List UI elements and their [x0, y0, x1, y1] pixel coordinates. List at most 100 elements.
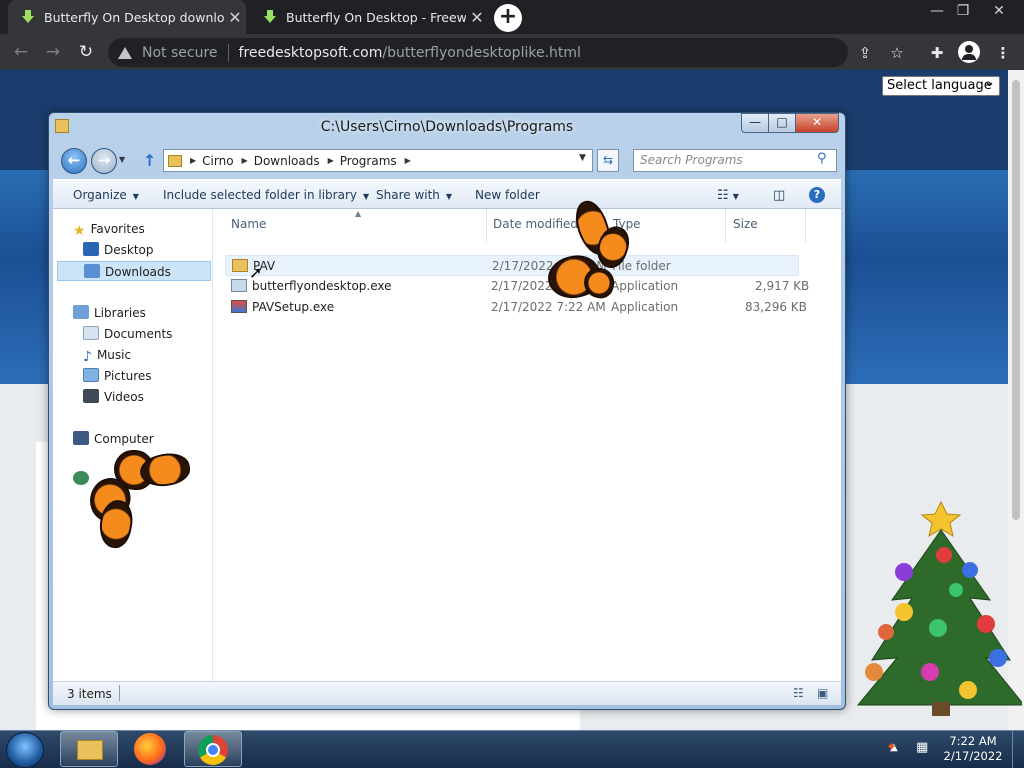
file-row-pavsetup[interactable]: PAVSetup.exe 2/17/2022 7:22 AM Applicati… — [225, 297, 807, 318]
include-in-library-button[interactable]: Include selected folder in library ▼ — [163, 188, 369, 202]
url-path: /butterflyondesktoplike.html — [382, 44, 581, 61]
explorer-close-button[interactable]: ✕ — [795, 113, 839, 133]
nav-desktop[interactable]: Desktop — [83, 240, 154, 260]
star-icon[interactable]: ☆ — [886, 42, 908, 64]
file-row-butterflyondesktop[interactable]: butterflyondesktop.exe 2/17/2022 7:22 AM… — [225, 276, 809, 297]
videos-icon — [83, 389, 99, 403]
chevron-right-icon: ▶ — [241, 156, 248, 165]
nav-label: Music — [96, 348, 132, 362]
refresh-icon[interactable]: ⇆ — [597, 149, 619, 172]
clock-date: 2/17/2022 — [943, 749, 1003, 763]
menu-icon[interactable]: ⋮ — [992, 42, 1014, 64]
taskbar-chrome[interactable] — [184, 731, 242, 767]
large-icons-view-icon[interactable]: ▣ — [817, 686, 828, 700]
tab-butterfly-download[interactable]: Butterfly On Desktop download p ✕ — [8, 0, 246, 34]
recent-pages-dropdown-icon[interactable]: ▼ — [119, 155, 125, 164]
file-row-pav[interactable]: PAV 2/17/2022 7:16 AM File folder — [225, 255, 799, 276]
nav-videos[interactable]: Videos — [83, 387, 144, 407]
nav-music[interactable]: ♪ Music — [83, 345, 131, 365]
file-name-cell: PAVSetup.exe — [231, 297, 334, 318]
column-divider[interactable] — [486, 209, 487, 243]
explorer-address-bar[interactable]: ▶ Cirno ▶ Downloads ▶ Programs ▶ — [163, 149, 593, 172]
nav-label: Documents — [104, 327, 173, 341]
url-domain: freedesktopsoft.com — [238, 44, 383, 61]
download-favicon-icon — [22, 10, 34, 24]
column-header-name[interactable]: Name — [231, 217, 266, 231]
firefox-icon[interactable] — [134, 733, 166, 765]
close-tab-icon[interactable]: ✕ — [466, 8, 488, 27]
clock-time: 7:22 AM — [949, 734, 997, 748]
change-view-icon[interactable]: ☷ ▼ — [717, 188, 739, 203]
scrollbar-thumb[interactable] — [1012, 80, 1020, 520]
explorer-back-button[interactable]: ← — [61, 148, 87, 174]
up-arrow-icon[interactable]: ↑ — [143, 151, 156, 170]
help-icon[interactable]: ? — [809, 187, 825, 203]
show-desktop-button[interactable] — [1012, 731, 1024, 768]
share-label: Share with — [376, 188, 440, 202]
column-divider[interactable] — [805, 209, 806, 243]
search-icon[interactable]: ⚲ — [817, 151, 827, 166]
nav-downloads[interactable]: Downloads — [57, 261, 211, 281]
folder-icon — [232, 259, 248, 272]
column-header-size[interactable]: Size — [733, 217, 758, 231]
address-bar[interactable]: Not secure freedesktopsoft.com /butterfl… — [108, 38, 848, 67]
file-name: PAVSetup.exe — [252, 300, 335, 314]
status-bar: 3 items ☷ ▣ — [53, 681, 841, 705]
dropdown-arrow-icon: ▼ — [445, 192, 453, 201]
address-dropdown-icon[interactable]: ▼ — [579, 153, 586, 163]
start-button[interactable] — [6, 732, 44, 768]
profile-icon[interactable] — [958, 41, 980, 63]
nav-label: Downloads — [105, 265, 171, 279]
close-window-button[interactable]: ✕ — [982, 2, 1016, 22]
close-tab-icon[interactable]: ✕ — [224, 8, 246, 27]
system-clock[interactable]: 7:22 AM 2/17/2022 — [940, 734, 1006, 764]
breadcrumb-cirno[interactable]: Cirno — [202, 154, 233, 168]
nav-documents[interactable]: Documents — [83, 324, 172, 344]
christmas-tree-graphic — [856, 500, 1024, 716]
nav-libraries[interactable]: Libraries — [73, 303, 146, 323]
explorer-forward-button[interactable]: → — [91, 148, 117, 174]
nav-label: Videos — [104, 390, 144, 404]
explorer-minimize-button[interactable]: — — [741, 113, 769, 133]
butterfly-tray-icon[interactable]: ✦ — [886, 740, 897, 755]
window-title: C:\Users\Cirno\Downloads\Programs — [320, 119, 574, 135]
tab-title: Butterfly On Desktop download p — [44, 9, 224, 25]
share-icon[interactable]: ⇪ — [854, 42, 876, 64]
nav-favorites[interactable]: ★ Favorites — [73, 219, 145, 239]
breadcrumb-programs[interactable]: Programs — [340, 154, 397, 168]
nav-label: Libraries — [94, 306, 146, 320]
explorer-maximize-button[interactable]: □ — [768, 113, 796, 133]
warning-icon — [118, 46, 132, 59]
column-divider[interactable] — [725, 209, 726, 243]
documents-icon — [83, 326, 99, 340]
explorer-search-input[interactable]: Search Programs — [633, 149, 837, 172]
reload-button[interactable]: ↻ — [75, 42, 97, 64]
restore-button[interactable]: ❐ — [946, 2, 980, 22]
new-folder-button[interactable]: New folder — [475, 188, 540, 202]
libraries-icon — [73, 305, 89, 319]
installer-icon — [231, 300, 247, 313]
breadcrumb-downloads[interactable]: Downloads — [254, 154, 320, 168]
butterfly-icon — [543, 196, 635, 308]
tab-butterfly-freeware[interactable]: Butterfly On Desktop - Freeware ✕ — [250, 0, 488, 34]
application-icon — [231, 279, 247, 292]
star-icon: ★ — [73, 223, 86, 239]
extensions-icon[interactable]: ✚ — [926, 42, 948, 64]
organize-button[interactable]: Organize ▼ — [73, 188, 139, 202]
preview-pane-icon[interactable]: ◫ — [773, 188, 785, 203]
new-tab-button[interactable]: + — [494, 4, 522, 32]
file-name: butterflyondesktop.exe — [252, 279, 392, 293]
folder-icon — [168, 154, 182, 167]
chevron-right-icon: ▶ — [327, 156, 334, 165]
language-select[interactable]: Select language — [882, 74, 1000, 96]
organize-label: Organize — [73, 188, 127, 202]
forward-button[interactable]: → — [42, 42, 64, 64]
back-button[interactable]: ← — [10, 42, 32, 64]
chrome-center — [206, 743, 220, 757]
details-view-icon[interactable]: ☷ — [793, 686, 804, 700]
share-with-button[interactable]: Share with ▼ — [376, 188, 452, 202]
taskbar-explorer[interactable] — [60, 731, 118, 767]
network-tray-icon[interactable]: ▦ — [916, 740, 928, 755]
nav-pictures[interactable]: Pictures — [83, 366, 152, 386]
new-folder-label: New folder — [475, 188, 540, 202]
